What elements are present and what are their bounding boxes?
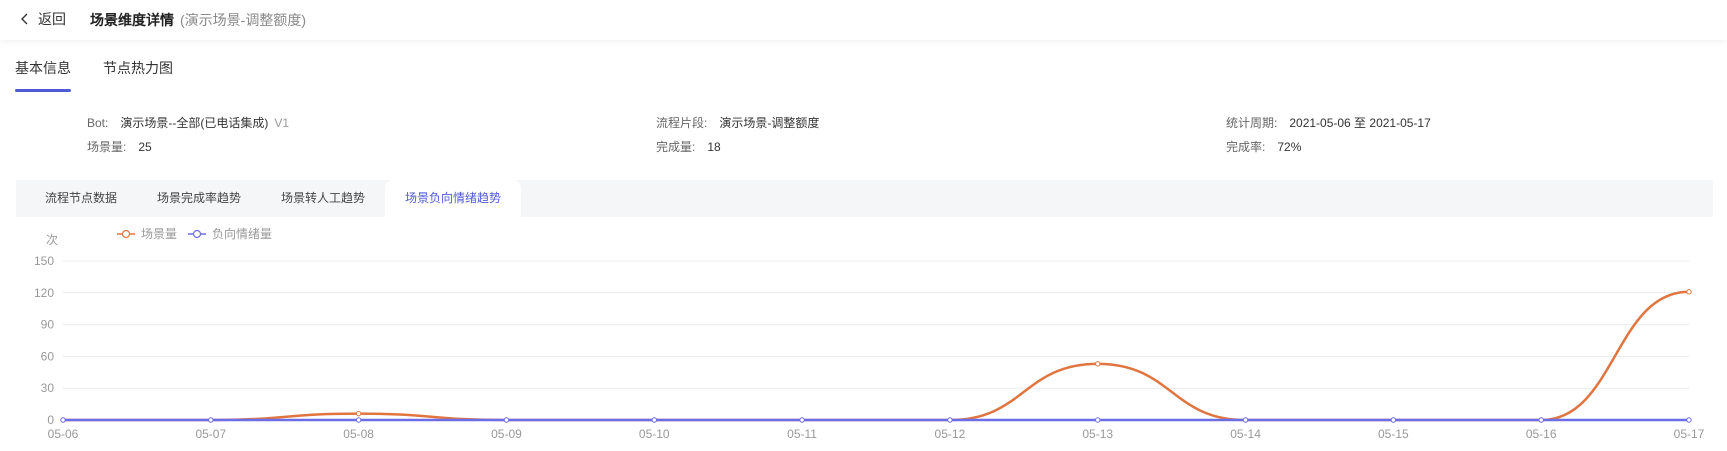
tab-basic-info[interactable]: 基本信息 bbox=[15, 58, 71, 92]
data-point bbox=[208, 417, 214, 423]
y-tick-label: 150 bbox=[34, 254, 54, 268]
data-point bbox=[1686, 417, 1692, 423]
info-period-label: 统计周期: bbox=[1226, 116, 1278, 130]
back-label: 返回 bbox=[38, 11, 66, 27]
info-period-value: 2021-05-06 至 2021-05-17 bbox=[1289, 116, 1431, 130]
y-tick-label: 120 bbox=[34, 286, 54, 300]
x-tick-label: 05-08 bbox=[343, 427, 374, 441]
page-header: 返回 场景维度详情 (演示场景-调整额度) bbox=[0, 0, 1727, 40]
info-rate-label: 完成率: bbox=[1226, 140, 1266, 154]
x-axis-ticks: 05-06 05-07 05-08 05-09 05-10 05-11 05-12 05-13… bbox=[48, 427, 1705, 441]
subtab-negative-emotion-trend[interactable]: 场景负向情绪趋势 bbox=[385, 180, 522, 217]
series-line bbox=[63, 290, 1690, 422]
y-tick-label: 0 bbox=[47, 413, 54, 427]
info-complete-label: 完成量: bbox=[656, 140, 696, 154]
x-tick-label: 05-14 bbox=[1230, 427, 1261, 441]
data-point bbox=[355, 417, 362, 423]
main-tabs: 基本信息 节点热力图 bbox=[0, 40, 1727, 94]
info-complete-value: 18 bbox=[707, 140, 721, 154]
chevron-left-icon bbox=[21, 13, 28, 25]
info-bot-value: 演示场景--全部(已电话集成) bbox=[120, 116, 269, 130]
info-bot-label: Bot: bbox=[87, 116, 109, 130]
info-segment-value: 演示场景-调整额度 bbox=[719, 116, 820, 130]
tab-node-heatmap[interactable]: 节点热力图 bbox=[103, 58, 173, 92]
page-title-main: 场景维度详情 bbox=[90, 12, 174, 28]
info-complete: 完成量: 18 bbox=[656, 138, 721, 155]
info-rate-value: 72% bbox=[1277, 140, 1302, 154]
data-point bbox=[1390, 417, 1397, 423]
subtab-completion-trend[interactable]: 场景完成率趋势 bbox=[137, 180, 261, 217]
y-tick-label: 60 bbox=[41, 349, 55, 363]
legend-marker bbox=[192, 229, 202, 239]
data-point bbox=[651, 417, 657, 423]
data-point bbox=[1095, 417, 1101, 423]
info-segment: 流程片段: 演示场景-调整额度 bbox=[656, 114, 819, 131]
info-bot-version: V1 bbox=[274, 116, 290, 130]
subtab-transfer-trend[interactable]: 场景转人工趋势 bbox=[261, 180, 385, 217]
data-point bbox=[503, 417, 510, 423]
tab-active-indicator bbox=[15, 89, 71, 92]
data-point bbox=[947, 417, 953, 423]
y-tick-label: 90 bbox=[41, 318, 55, 332]
data-point bbox=[799, 417, 805, 423]
back-button[interactable]: 返回 bbox=[20, 9, 66, 29]
chart-subtabs: 流程节点数据 场景完成率趋势 场景转人工趋势 场景负向情绪趋势 bbox=[16, 180, 1713, 217]
x-tick-label: 05-17 bbox=[1674, 427, 1705, 441]
y-axis-ticks: 0 30 60 90 120 150 bbox=[34, 254, 54, 427]
data-point bbox=[1242, 417, 1249, 423]
x-tick-label: 05-11 bbox=[787, 427, 817, 441]
trend-chart: 次 场景量 负向情绪量 0 30 60 90 120 150 05-06 05-07 05-08… bbox=[34, 226, 1705, 441]
info-scene-count-label: 场景量: bbox=[87, 140, 127, 154]
info-period: 统计周期: 2021-05-06 至 2021-05-17 bbox=[1226, 114, 1431, 131]
data-point bbox=[60, 417, 66, 423]
x-tick-label: 05-12 bbox=[935, 427, 966, 441]
info-rate: 完成率: 72% bbox=[1226, 138, 1301, 155]
x-tick-label: 05-16 bbox=[1526, 427, 1557, 441]
info-segment-label: 流程片段: bbox=[656, 116, 708, 130]
subtab-node-data[interactable]: 流程节点数据 bbox=[25, 180, 137, 217]
y-tick-label: 30 bbox=[41, 381, 55, 395]
chart-grid bbox=[63, 260, 1689, 421]
legend-label: 场景量 bbox=[141, 227, 177, 241]
page-title: 场景维度详情 (演示场景-调整额度) bbox=[90, 10, 306, 30]
info-scene-count-value: 25 bbox=[138, 140, 152, 154]
info-bot: Bot: 演示场景--全部(已电话集成) V1 bbox=[87, 114, 289, 131]
chart-legend: 场景量 负向情绪量 bbox=[117, 226, 272, 241]
data-point bbox=[1095, 361, 1101, 367]
data-point bbox=[355, 410, 362, 417]
y-axis-label: 次 bbox=[46, 233, 58, 247]
info-scene-count: 场景量: 25 bbox=[87, 138, 152, 155]
data-point bbox=[1686, 289, 1692, 295]
x-tick-label: 05-13 bbox=[1082, 427, 1113, 441]
x-tick-label: 05-07 bbox=[195, 427, 226, 441]
x-tick-label: 05-06 bbox=[48, 427, 79, 441]
page-title-sub: (演示场景-调整额度) bbox=[180, 12, 306, 28]
legend-marker bbox=[121, 229, 131, 239]
x-tick-label: 05-10 bbox=[639, 427, 670, 441]
data-point bbox=[1538, 417, 1544, 423]
x-tick-label: 05-09 bbox=[491, 427, 522, 441]
chart-series bbox=[60, 289, 1692, 423]
x-tick-label: 05-15 bbox=[1378, 427, 1409, 441]
legend-label: 负向情绪量 bbox=[212, 226, 272, 241]
